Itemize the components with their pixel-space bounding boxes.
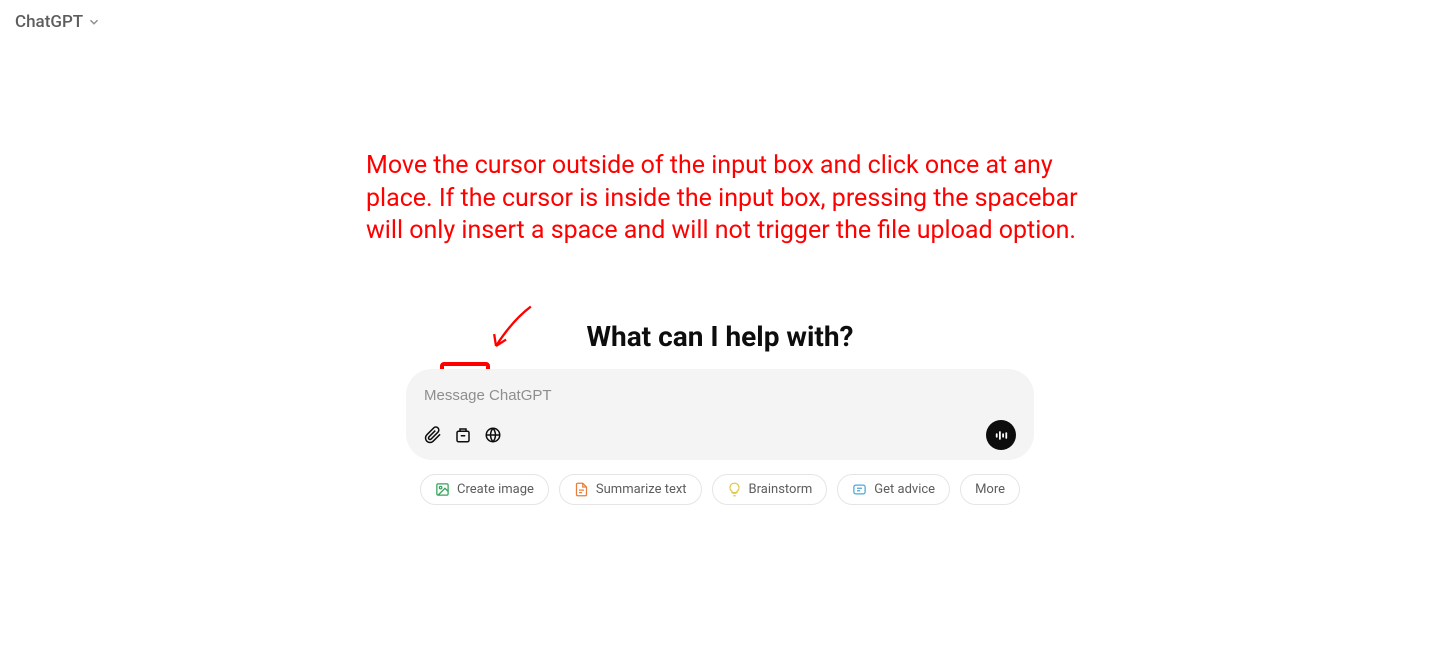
suggestion-label: More	[975, 482, 1005, 497]
chevron-down-icon	[87, 15, 101, 29]
suggestion-brainstorm[interactable]: Brainstorm	[712, 474, 828, 505]
suggestion-summarize-text[interactable]: Summarize text	[559, 474, 702, 505]
suggestion-label: Brainstorm	[749, 482, 813, 497]
globe-icon[interactable]	[484, 426, 502, 444]
annotation-text: Move the cursor outside of the input box…	[366, 150, 1086, 248]
image-icon	[435, 482, 450, 497]
chat-input[interactable]	[424, 383, 1016, 408]
suggestion-label: Get advice	[874, 482, 935, 497]
suggestion-row: Create image Summarize text Brainstorm	[420, 474, 1020, 505]
suggestion-get-advice[interactable]: Get advice	[837, 474, 950, 505]
suggestion-label: Summarize text	[596, 482, 687, 497]
suggestion-more[interactable]: More	[960, 474, 1020, 505]
lightbulb-icon	[727, 482, 742, 497]
chat-input-container	[406, 369, 1034, 460]
attach-icon[interactable]	[424, 426, 442, 444]
document-icon	[574, 482, 589, 497]
advice-icon	[852, 482, 867, 497]
input-toolbar	[424, 420, 1016, 450]
waveform-icon	[993, 427, 1010, 444]
voice-button[interactable]	[986, 420, 1016, 450]
toolbar-left	[424, 426, 502, 444]
suggestion-create-image[interactable]: Create image	[420, 474, 549, 505]
page-heading: What can I help with?	[0, 320, 1440, 353]
tools-icon[interactable]	[454, 426, 472, 444]
suggestion-label: Create image	[457, 482, 534, 497]
model-selector[interactable]: ChatGPT	[15, 12, 101, 32]
model-label: ChatGPT	[15, 12, 83, 32]
